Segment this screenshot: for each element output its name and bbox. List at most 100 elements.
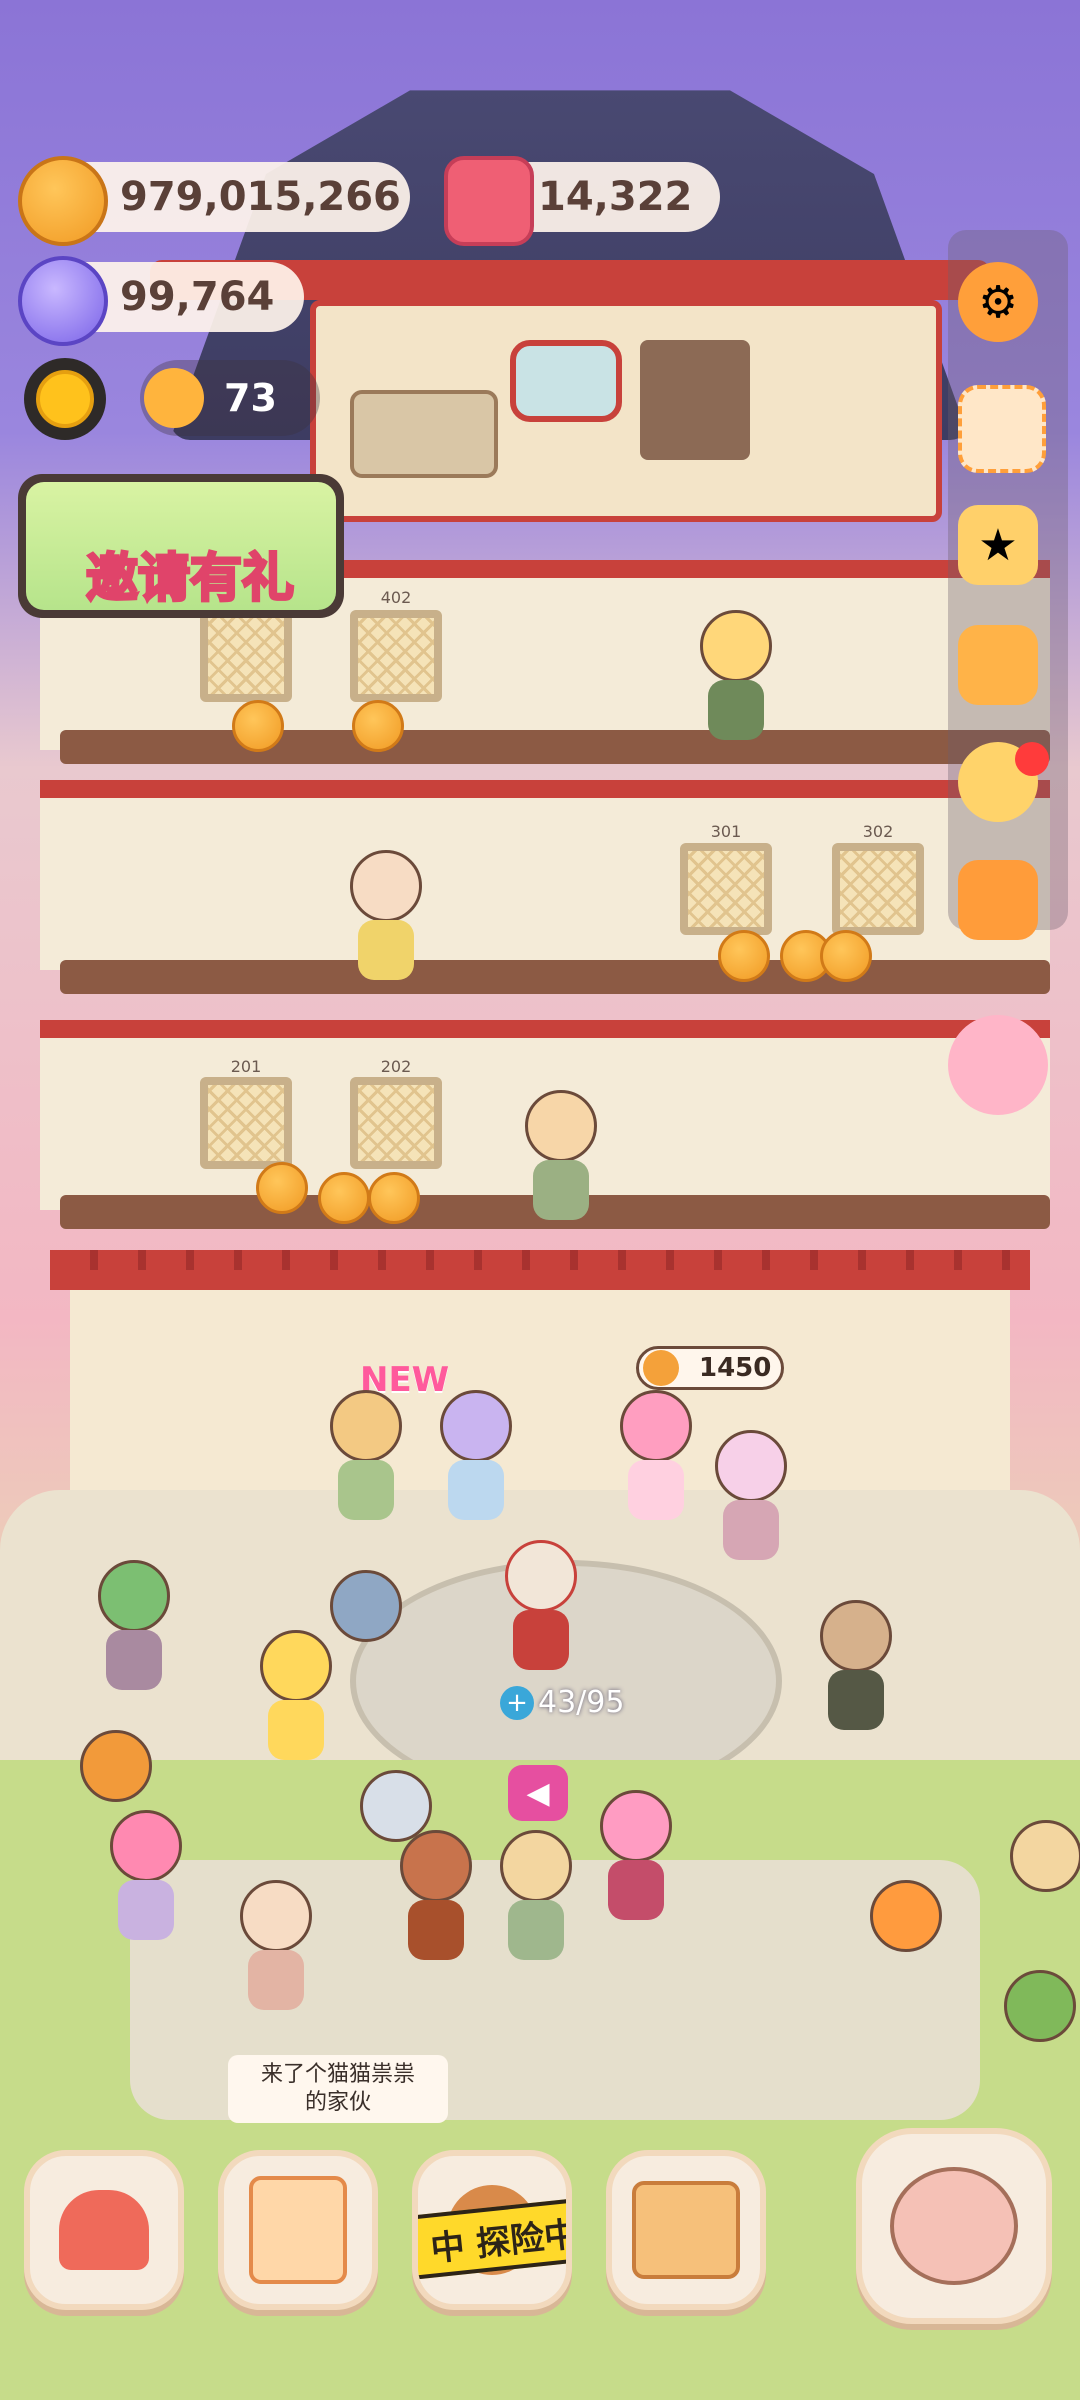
price-value: 1450 xyxy=(699,1353,772,1383)
sun-core xyxy=(36,370,94,428)
notebook-icon xyxy=(249,2176,347,2284)
coin-icon[interactable] xyxy=(368,1172,420,1224)
room-number-202: 202 xyxy=(380,1057,412,1076)
character-body xyxy=(828,1670,884,1730)
guest-character[interactable] xyxy=(400,1830,472,1902)
settings-icon[interactable]: ⚙ xyxy=(958,262,1038,342)
floor-3-plank xyxy=(60,960,1050,994)
guest-character[interactable] xyxy=(715,1430,787,1502)
character-body xyxy=(358,920,414,980)
fish-snail-icon xyxy=(890,2167,1018,2285)
gem-counter[interactable]: 14,322 xyxy=(444,156,720,246)
guest-character[interactable] xyxy=(330,1390,402,1462)
crystal-value: 99,764 xyxy=(120,274,275,320)
coin-icon xyxy=(18,156,108,246)
character-body xyxy=(118,1880,174,1940)
shop-icon xyxy=(632,2181,740,2279)
capacity-icon: + xyxy=(500,1685,534,1720)
stamp-icon[interactable] xyxy=(958,385,1046,473)
coin-icon[interactable] xyxy=(820,930,872,982)
guest-character[interactable] xyxy=(330,1570,402,1642)
guest-character[interactable] xyxy=(110,1810,182,1882)
attic-shelf xyxy=(640,340,750,460)
room-window-302[interactable] xyxy=(832,843,924,935)
sun-icon[interactable] xyxy=(24,358,106,440)
lion-dance-character[interactable] xyxy=(505,1540,577,1612)
character-body xyxy=(268,1700,324,1760)
guest-character[interactable] xyxy=(620,1390,692,1462)
notice-line-1: 来了个猫猫祟祟 xyxy=(260,2062,415,2087)
coin-icon xyxy=(643,1350,679,1386)
room-window-301[interactable] xyxy=(680,843,772,935)
main-hall[interactable] xyxy=(70,1270,1010,1520)
character-blonde-girl[interactable] xyxy=(525,1090,597,1162)
character-body xyxy=(708,680,764,740)
floor-4-plank xyxy=(60,730,1050,764)
build-button[interactable] xyxy=(24,2150,184,2310)
shop-button[interactable] xyxy=(606,2150,766,2310)
invite-banner[interactable]: 邀请有礼 xyxy=(18,474,344,618)
character-body xyxy=(508,1900,564,1960)
camera-icon[interactable] xyxy=(958,860,1038,940)
invite-banner-inner: 邀请有礼 xyxy=(26,482,336,611)
room-window-401[interactable] xyxy=(200,610,292,702)
guest-character[interactable] xyxy=(80,1730,152,1802)
capacity-value: 43/95 xyxy=(538,1685,625,1720)
notice-line-2: 的家伙 xyxy=(304,2090,371,2115)
notebook-button[interactable] xyxy=(218,2150,378,2310)
backpack-icon[interactable] xyxy=(958,625,1038,705)
maid-character[interactable] xyxy=(240,1880,312,1952)
coin-icon[interactable] xyxy=(232,700,284,752)
character-body xyxy=(513,1610,569,1670)
mushroom-house-icon xyxy=(59,2190,149,2270)
character-body xyxy=(408,1900,464,1960)
room-window-202[interactable] xyxy=(350,1077,442,1169)
guest-character[interactable] xyxy=(360,1770,432,1842)
price-tag[interactable]: 1450 xyxy=(636,1346,784,1390)
crystal-icon xyxy=(18,256,108,346)
room-window-201[interactable] xyxy=(200,1077,292,1169)
explore-button[interactable]: 中 探险中 xyxy=(412,2150,572,2310)
character-body xyxy=(106,1630,162,1690)
helper-value: 73 xyxy=(224,376,277,420)
helper-icon xyxy=(144,368,204,428)
star-icon[interactable]: ★ xyxy=(958,505,1038,585)
character-duck-girl[interactable] xyxy=(700,610,772,682)
character-body xyxy=(608,1860,664,1920)
guest-notice: 来了个猫猫祟祟 的家伙 xyxy=(228,2055,448,2123)
character-body xyxy=(338,1460,394,1520)
guest-character[interactable] xyxy=(260,1630,332,1702)
guest-character[interactable] xyxy=(98,1560,170,1632)
character-grandma[interactable] xyxy=(350,850,422,922)
crystal-counter[interactable]: 99,764 xyxy=(18,256,304,346)
attic-bed xyxy=(350,390,498,478)
coin-counter[interactable]: 979,015,266 xyxy=(18,156,410,246)
guest-character[interactable] xyxy=(500,1830,572,1902)
gingerbread-character[interactable] xyxy=(870,1880,942,1952)
lollipop-icon[interactable] xyxy=(948,1015,1048,1115)
coin-icon[interactable] xyxy=(718,930,770,982)
notification-dot xyxy=(1015,742,1049,776)
guest-character[interactable] xyxy=(440,1390,512,1462)
coin-icon[interactable] xyxy=(256,1162,308,1214)
megaphone-icon[interactable]: ◀ xyxy=(508,1765,568,1821)
room-number-302: 302 xyxy=(862,822,894,841)
gem-icon xyxy=(444,156,534,246)
pet-button[interactable] xyxy=(856,2128,1052,2324)
room-window-402[interactable] xyxy=(350,610,442,702)
guest-character[interactable] xyxy=(820,1600,892,1672)
character-body xyxy=(448,1460,504,1520)
invite-label: 邀请有礼 xyxy=(84,548,295,611)
attic-window xyxy=(510,340,622,422)
character-body xyxy=(248,1950,304,2010)
guest-character[interactable] xyxy=(600,1790,672,1862)
guest-character[interactable] xyxy=(1010,1820,1080,1892)
green-character[interactable] xyxy=(1004,1970,1076,2042)
capacity-indicator: + 43/95 xyxy=(500,1685,624,1720)
room-number-301: 301 xyxy=(710,822,742,841)
character-body xyxy=(628,1460,684,1520)
helper-counter[interactable]: 73 xyxy=(140,360,320,436)
coin-icon[interactable] xyxy=(318,1172,370,1224)
gem-value: 14,322 xyxy=(538,174,693,220)
coin-icon[interactable] xyxy=(352,700,404,752)
